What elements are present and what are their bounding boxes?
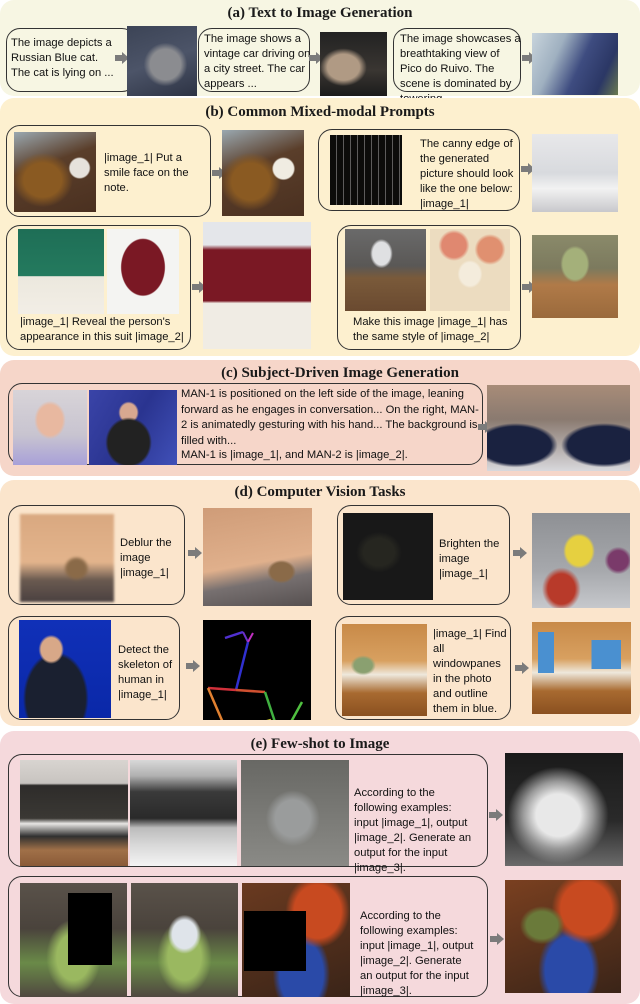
armored-figures-filled [505, 880, 621, 993]
section-subject-driven: (c) Subject-Driven Image Generation MAN-… [0, 360, 640, 476]
section-title: (d) Computer Vision Tasks [234, 484, 406, 500]
prompt-text: |image_1| Find all windowpanes in the ph… [433, 628, 507, 715]
section-few-shot: (e) Few-shot to Image According to the f… [0, 731, 640, 1004]
section-title: (b) Common Mixed-modal Prompts [205, 104, 435, 120]
arrow-icon [513, 547, 527, 559]
kitchen-depth-map [130, 760, 237, 866]
arrow-icon [515, 662, 529, 674]
arrow-icon [489, 809, 503, 821]
section-title: (c) Subject-Driven Image Generation [221, 365, 459, 381]
arrow-icon [490, 933, 504, 945]
sharp-lion-cub [203, 508, 312, 606]
prompt-text: According to the following examples: inp… [360, 910, 474, 997]
section-mixed-modal: (b) Common Mixed-modal Prompts |image_1|… [0, 98, 640, 356]
skeleton-lines [206, 630, 304, 720]
cat-photo [127, 26, 197, 96]
two-men-conversation [487, 385, 630, 471]
prompt-text: Deblur the image |image_1| [120, 537, 172, 579]
kitchen-interior [342, 624, 427, 716]
prompt-text: The image showcases a breathtaking view … [400, 33, 521, 105]
teddy-bear-note [14, 132, 96, 212]
prompt-text-mapping: MAN-1 is |image_1|, and MAN-2 is |image_… [181, 449, 408, 461]
woman-red-sweater [203, 222, 311, 349]
woman-green-blouse [18, 229, 104, 314]
prompt-text: Brighten the image |image_1| [439, 538, 500, 580]
teapot-still-life [345, 229, 426, 311]
teddy-bear-smile [222, 130, 304, 216]
man-2-speaking [89, 390, 177, 465]
pose-skeleton [203, 620, 311, 720]
warrior-character [241, 760, 349, 866]
prompt-text: Make this image |image_1| has the same s… [353, 316, 508, 343]
section-title: (a) Text to Image Generation [227, 5, 413, 21]
bright-toys-scene [532, 513, 630, 608]
warrior-depth-map [505, 753, 623, 866]
tea-cup-illustration [430, 229, 510, 311]
prompt-text: MAN-1 is positioned on the left side of … [181, 388, 479, 447]
section-title: (e) Few-shot to Image [250, 736, 390, 752]
dark-toys-scene [343, 513, 433, 600]
prompt-text: |image_1| Reveal the person's appearance… [20, 316, 184, 343]
rock-arch-filled [131, 883, 238, 997]
prompt-text: |image_1| Put a smile face on the note. [104, 152, 189, 194]
armored-figures-masked [242, 883, 350, 997]
prompt-text: The image shows a vintage car driving on… [204, 33, 311, 90]
teapot-illustrated [532, 235, 618, 318]
canny-edge-map [330, 135, 402, 205]
prompt-text: The image depicts a Russian Blue cat. Th… [11, 37, 114, 79]
vintage-car-photo [320, 32, 387, 96]
mask-region [244, 911, 306, 971]
man-1-portrait [13, 390, 87, 465]
kitchen-photo [20, 760, 128, 866]
walk-in-closet [532, 134, 618, 212]
prompt-text: According to the following examples: inp… [354, 787, 472, 874]
section-computer-vision: (d) Computer Vision Tasks Deblur the ima… [0, 480, 640, 726]
arrow-icon [186, 660, 200, 672]
blurry-lion-cub [20, 514, 114, 602]
arrow-icon [188, 547, 202, 559]
red-sweater [107, 229, 179, 314]
section-text-to-image: (a) Text to Image Generation The image d… [0, 0, 640, 105]
kitchen-windows-blue [532, 622, 631, 714]
prompt-text: The canny edge of the generated picture … [420, 138, 514, 210]
mask-region [68, 893, 112, 965]
mountain-landscape-photo [532, 33, 618, 95]
prompt-text: Detect the skeleton of human in |image_1… [118, 644, 173, 701]
man-presenting [19, 620, 111, 718]
rock-arch-masked [20, 883, 127, 997]
